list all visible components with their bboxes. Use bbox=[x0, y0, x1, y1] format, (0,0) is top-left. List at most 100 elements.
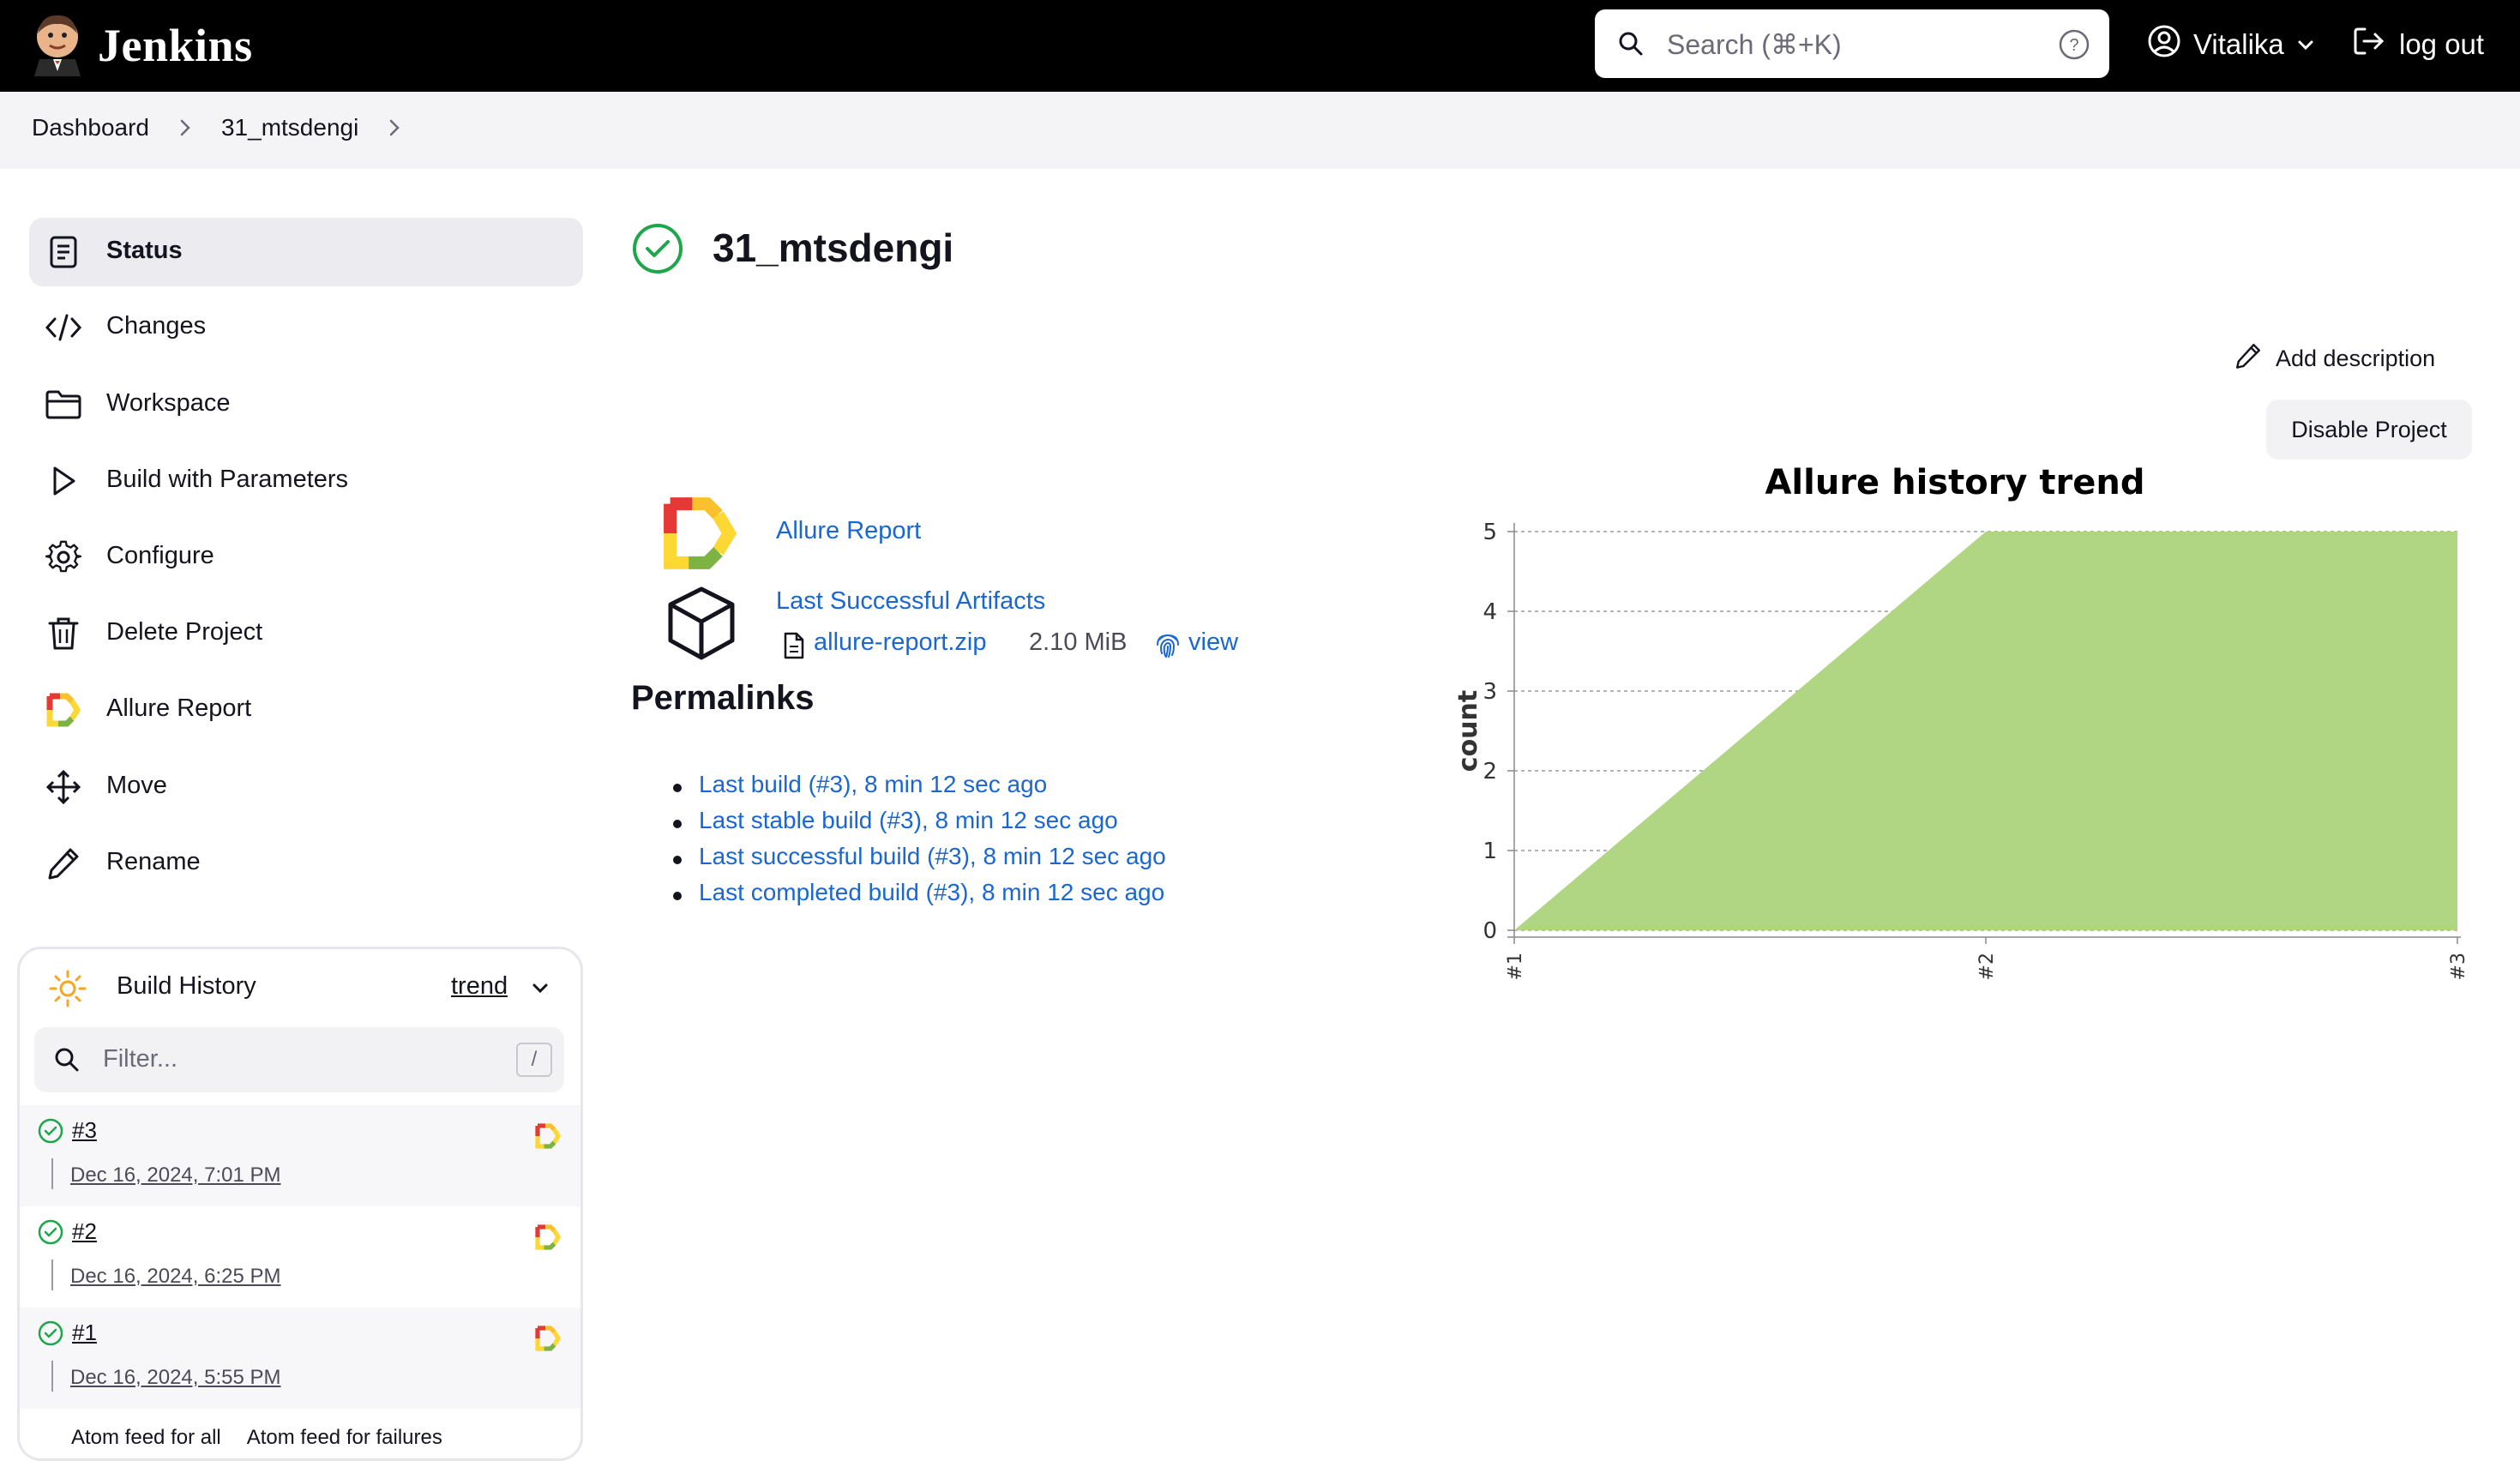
area-series bbox=[1514, 532, 2457, 930]
build-date-link[interactable]: Dec 16, 2024, 7:01 PM bbox=[70, 1163, 280, 1187]
page-title: 31_mtsdengi bbox=[713, 225, 954, 270]
allure-icon[interactable] bbox=[535, 1123, 562, 1153]
success-icon bbox=[37, 1218, 64, 1250]
gear-icon bbox=[45, 538, 82, 576]
y-tick-label: 0 bbox=[1483, 918, 1497, 944]
top-bar: Jenkins Search (⌘+K) ? Vitalika log out bbox=[0, 0, 2520, 92]
user-name: Vitalika bbox=[2193, 28, 2284, 60]
code-icon bbox=[45, 309, 82, 346]
chevron-down-icon bbox=[2296, 28, 2315, 61]
sidebar-item-label: Rename bbox=[106, 848, 201, 875]
last-successful-artifacts-link[interactable]: Last Successful Artifacts bbox=[776, 587, 1045, 616]
brand-name: Jenkins bbox=[98, 20, 253, 71]
build-history-header: Build History trend bbox=[20, 949, 580, 1026]
sidebar-item-changes[interactable]: Changes bbox=[29, 293, 583, 362]
y-tick-label: 1 bbox=[1483, 839, 1497, 864]
success-icon bbox=[37, 1320, 64, 1351]
sidebar-item-build-with-parameters[interactable]: Build with Parameters bbox=[29, 447, 583, 515]
y-tick-label: 5 bbox=[1483, 520, 1497, 545]
folder-icon bbox=[45, 386, 82, 424]
logout-label: log out bbox=[2399, 28, 2485, 60]
allure-report-logo-icon[interactable] bbox=[660, 496, 739, 574]
filter-placeholder: Filter... bbox=[103, 1045, 178, 1073]
build-row[interactable]: #3 Dec 16, 2024, 7:01 PM bbox=[20, 1105, 580, 1206]
trend-link[interactable]: trend bbox=[451, 972, 508, 1001]
permalink-last-successful-build[interactable]: Last successful build (#3), 8 min 12 sec… bbox=[673, 843, 1166, 879]
permalink-last-build[interactable]: Last build (#3), 8 min 12 sec ago bbox=[673, 771, 1166, 807]
breadcrumb-job[interactable]: 31_mtsdengi bbox=[221, 114, 358, 141]
timeline-line bbox=[51, 1260, 53, 1290]
allure-icon bbox=[45, 691, 82, 729]
chevron-down-icon[interactable] bbox=[530, 978, 550, 1003]
artifact-file-link[interactable]: allure-report.zip bbox=[814, 628, 986, 657]
sidebar-item-label: Changes bbox=[106, 312, 207, 340]
sidebar-item-label: Configure bbox=[106, 542, 214, 569]
pencil-icon bbox=[2234, 342, 2262, 376]
sidebar-item-label: Delete Project bbox=[106, 618, 263, 646]
jenkins-home-link[interactable]: Jenkins bbox=[29, 9, 253, 82]
move-icon bbox=[45, 768, 82, 806]
filter-shortcut: / bbox=[516, 1043, 552, 1077]
sidebar-item-configure[interactable]: Configure bbox=[29, 523, 583, 592]
y-axis-label: count bbox=[1453, 690, 1483, 772]
chevron-right-icon[interactable] bbox=[388, 117, 401, 138]
permalink-last-completed-build[interactable]: Last completed build (#3), 8 min 12 sec … bbox=[673, 879, 1166, 915]
success-status-icon bbox=[631, 222, 684, 280]
sidebar-item-status[interactable]: Status bbox=[29, 218, 583, 286]
search-box[interactable]: Search (⌘+K) ? bbox=[1595, 9, 2109, 78]
build-row[interactable]: #1 Dec 16, 2024, 5:55 PM bbox=[20, 1308, 580, 1409]
build-date-link[interactable]: Dec 16, 2024, 6:25 PM bbox=[70, 1265, 280, 1289]
logout-link[interactable]: log out bbox=[2351, 19, 2484, 70]
search-icon bbox=[53, 1046, 81, 1078]
build-number-link[interactable]: #3 bbox=[72, 1117, 97, 1144]
breadcrumb-bar: Dashboard 31_mtsdengi bbox=[0, 92, 2520, 169]
y-tick-label: 4 bbox=[1483, 599, 1497, 625]
allure-icon[interactable] bbox=[535, 1326, 562, 1356]
svg-text:?: ? bbox=[2069, 36, 2078, 55]
chart-title: Allure history trend bbox=[1765, 463, 2144, 502]
fingerprint-icon bbox=[1156, 631, 1180, 663]
sidebar-item-delete-project[interactable]: Delete Project bbox=[29, 599, 583, 668]
pencil-icon bbox=[45, 845, 82, 882]
build-history-title: Build History bbox=[117, 972, 256, 1000]
sidebar-item-label: Build with Parameters bbox=[106, 466, 349, 493]
build-number-link[interactable]: #2 bbox=[72, 1218, 97, 1245]
sidebar-item-allure-report[interactable]: Allure Report bbox=[29, 676, 583, 744]
sidebar-item-workspace[interactable]: Workspace bbox=[29, 370, 583, 439]
add-description-label: Add description bbox=[2276, 345, 2436, 371]
sidebar-item-label: Workspace bbox=[106, 389, 231, 417]
help-icon[interactable]: ? bbox=[2058, 28, 2090, 65]
build-filter-input[interactable]: Filter... / bbox=[34, 1027, 564, 1092]
allure-report-link[interactable]: Allure Report bbox=[776, 517, 921, 545]
sidebar-item-label: Status bbox=[106, 237, 183, 264]
allure-icon[interactable] bbox=[535, 1224, 562, 1254]
success-icon bbox=[37, 1117, 64, 1149]
artifact-view-link[interactable]: view bbox=[1188, 628, 1238, 657]
build-row[interactable]: #2 Dec 16, 2024, 6:25 PM bbox=[20, 1206, 580, 1308]
build-date-link[interactable]: Dec 16, 2024, 5:55 PM bbox=[70, 1366, 280, 1390]
sidebar-item-label: Move bbox=[106, 772, 167, 799]
x-tick-label: #1 bbox=[1505, 953, 1526, 980]
sidebar-item-rename[interactable]: Rename bbox=[29, 829, 583, 898]
breadcrumb-dashboard[interactable]: Dashboard bbox=[32, 114, 149, 141]
user-icon bbox=[2147, 24, 2181, 65]
add-description-link[interactable]: Add description bbox=[2234, 340, 2435, 377]
breadcrumb: Dashboard 31_mtsdengi bbox=[32, 114, 401, 141]
x-tick-label: #2 bbox=[1976, 953, 1998, 980]
chevron-right-icon[interactable] bbox=[178, 117, 192, 138]
atom-feed-failures-link[interactable]: Atom feed for failures bbox=[247, 1426, 442, 1450]
feed-links: Atom feed for all Atom feed for failures bbox=[71, 1426, 442, 1450]
sun-icon bbox=[49, 970, 87, 1012]
play-icon bbox=[45, 462, 82, 500]
search-placeholder: Search (⌘+K) bbox=[1667, 29, 1842, 60]
permalink-last-stable-build[interactable]: Last stable build (#3), 8 min 12 sec ago bbox=[673, 807, 1166, 843]
allure-history-trend-chart[interactable]: Allure history trend 0 1 2 3 4 5 #1 #2 #3 count bbox=[1440, 454, 2469, 986]
user-menu[interactable]: Vitalika bbox=[2147, 19, 2315, 70]
timeline-line bbox=[51, 1361, 53, 1392]
disable-project-button[interactable]: Disable Project bbox=[2266, 400, 2472, 460]
build-number-link[interactable]: #1 bbox=[72, 1320, 97, 1346]
y-tick-label: 3 bbox=[1483, 679, 1497, 705]
sidebar-item-move[interactable]: Move bbox=[29, 753, 583, 821]
file-icon bbox=[783, 632, 805, 664]
atom-feed-all-link[interactable]: Atom feed for all bbox=[71, 1426, 221, 1450]
